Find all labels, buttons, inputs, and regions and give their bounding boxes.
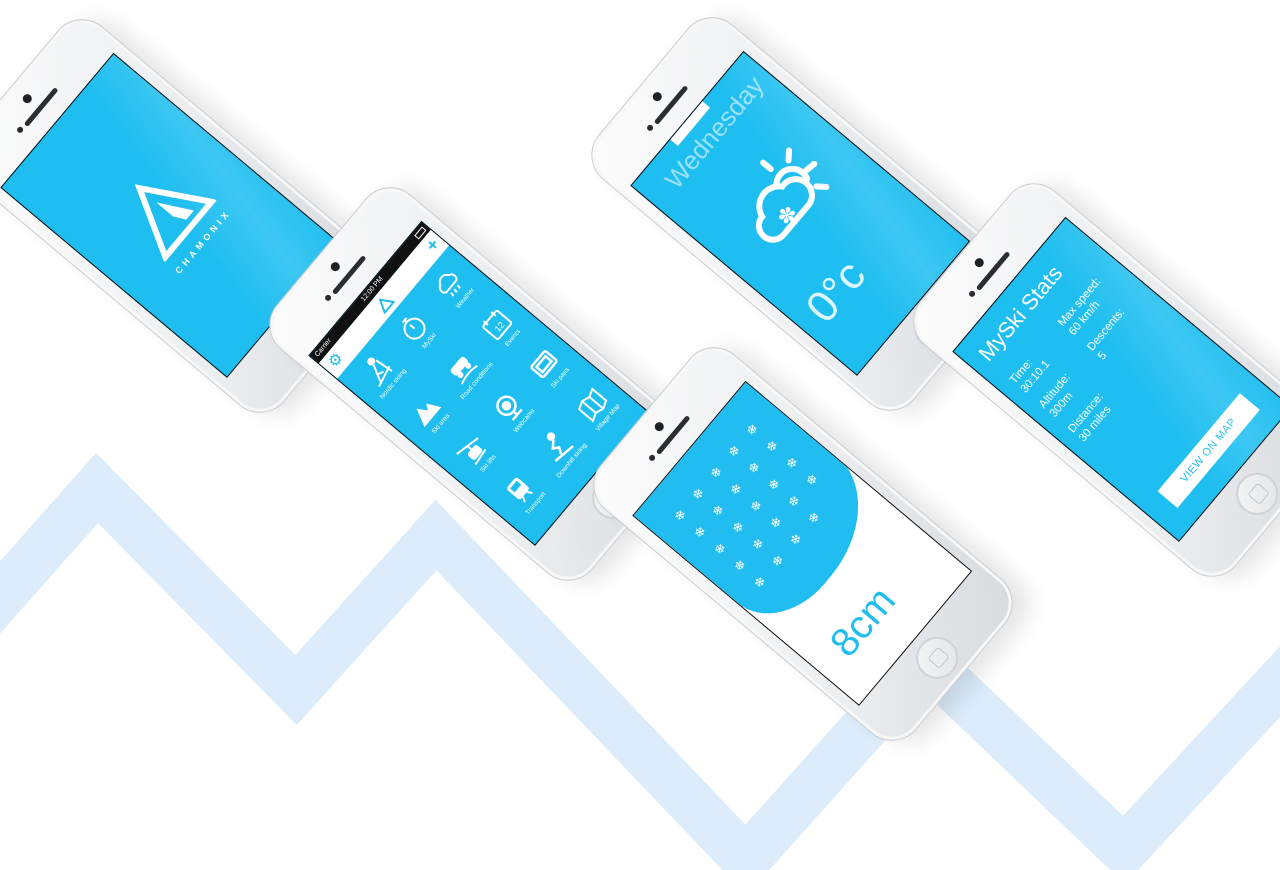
earpiece-speaker xyxy=(653,85,689,126)
front-camera xyxy=(328,260,342,274)
snowflake-grid: ❄ ❄ ❄ ❄ ❄ ❄ ❄ ❄ ❄ ❄ ❄ ❄ ❄ ❄ ❄ ❄ ❄ ❄ ❄ ❄ ❄ ❄ ❄ ❄ xyxy=(665,406,861,604)
snow-depth: 8cm xyxy=(821,578,905,666)
front-camera xyxy=(650,90,664,104)
earpiece-speaker xyxy=(331,255,367,296)
front-camera xyxy=(20,92,34,106)
svg-text:✽: ✽ xyxy=(773,201,804,231)
front-camera xyxy=(972,256,986,270)
earpiece-speaker xyxy=(23,87,59,128)
earpiece-speaker xyxy=(655,415,691,456)
plus-icon[interactable]: + xyxy=(422,234,444,255)
proximity-sensor xyxy=(323,293,333,303)
proximity-sensor xyxy=(645,123,655,133)
proximity-sensor xyxy=(15,125,25,135)
earpiece-speaker xyxy=(975,251,1011,292)
gear-icon[interactable]: ⚙ xyxy=(325,350,348,373)
proximity-sensor xyxy=(967,289,977,299)
front-camera xyxy=(652,420,666,434)
proximity-sensor xyxy=(647,453,657,463)
chamonix-logo-icon xyxy=(378,298,396,315)
